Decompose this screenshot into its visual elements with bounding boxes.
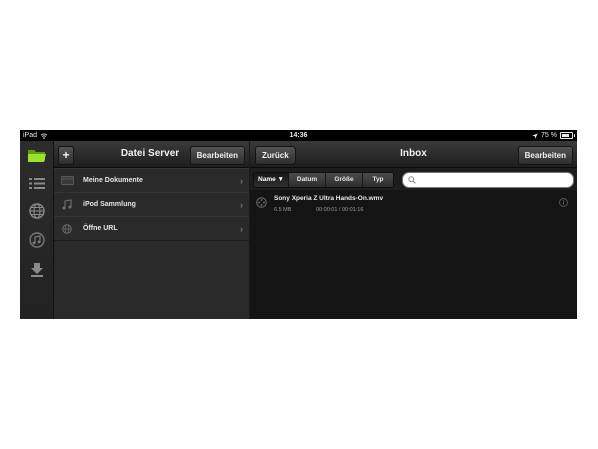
music-icon	[28, 232, 45, 248]
tab-list[interactable]	[25, 172, 48, 194]
sidebar-tab-bar	[20, 141, 54, 319]
inbox-panel: Zurück Inbox Bearbeiten Name ▼ Datum Grö…	[250, 141, 577, 319]
chevron-right-icon: ›	[240, 199, 243, 210]
tab-downloads[interactable]	[25, 258, 48, 280]
inbox-edit-button[interactable]: Bearbeiten	[517, 146, 573, 165]
inbox-title: Inbox	[400, 148, 427, 159]
info-icon[interactable]	[559, 198, 568, 207]
sort-segmented-control: Name ▼ Datum Größe Typ	[253, 172, 394, 188]
file-server-edit-button[interactable]: Bearbeiten	[189, 146, 245, 165]
file-name: Sony Xperia Z Ultra Hands-On.wmv	[274, 195, 384, 202]
sort-toolbar: Name ▼ Datum Größe Typ	[250, 168, 577, 190]
list-item-label: Öffne URL	[83, 225, 118, 232]
list-item-my-documents[interactable]: Meine Dokumente ›	[54, 168, 249, 193]
battery-icon	[560, 132, 575, 139]
sort-tab-type[interactable]: Typ	[363, 173, 393, 187]
battery-percent: 75 %	[541, 132, 557, 139]
back-button[interactable]: Zurück	[255, 146, 296, 165]
list-icon	[28, 177, 45, 189]
status-bar: iPad 14:36 75 %	[20, 130, 577, 141]
list-item-open-url[interactable]: Öffne URL ›	[54, 216, 249, 241]
globe-small-icon	[60, 223, 74, 234]
file-server-panel: + Datei Server Bearbeiten Meine Dokument…	[54, 141, 249, 319]
search-input[interactable]	[402, 172, 574, 188]
file-size: 6.5 MB	[274, 207, 292, 213]
sort-tab-name[interactable]: Name ▼	[254, 173, 289, 187]
inbox-navbar: Zurück Inbox Bearbeiten	[250, 141, 577, 168]
sort-tab-date[interactable]: Datum	[289, 173, 326, 187]
tab-music[interactable]	[25, 229, 48, 251]
search-icon	[408, 176, 416, 184]
location-arrow-icon	[532, 132, 538, 139]
list-item-label: Meine Dokumente	[83, 177, 143, 184]
documents-icon	[60, 176, 74, 186]
chevron-right-icon: ›	[240, 223, 243, 234]
app-screen: iPad 14:36 75 % + Datei Server Bearbeite…	[20, 130, 577, 319]
folder-icon	[27, 149, 46, 162]
file-row[interactable]: Sony Xperia Z Ultra Hands-On.wmv 6.5 MB …	[250, 193, 577, 219]
film-reel-icon	[256, 197, 267, 208]
status-time: 14:36	[289, 132, 308, 139]
music-note-icon	[60, 199, 74, 210]
chevron-right-icon: ›	[240, 175, 243, 186]
download-icon	[30, 262, 43, 277]
tab-files[interactable]	[25, 144, 48, 166]
list-item-ipod-collection[interactable]: iPod Sammlung ›	[54, 192, 249, 217]
file-duration: 00:00:01 / 00:01:16	[316, 207, 364, 213]
globe-icon	[28, 203, 45, 219]
tab-browser[interactable]	[25, 200, 48, 222]
list-item-label: iPod Sammlung	[83, 201, 136, 208]
file-server-navbar: + Datei Server Bearbeiten	[54, 141, 249, 168]
sort-tab-size[interactable]: Größe	[326, 173, 363, 187]
add-button[interactable]: +	[58, 146, 74, 165]
